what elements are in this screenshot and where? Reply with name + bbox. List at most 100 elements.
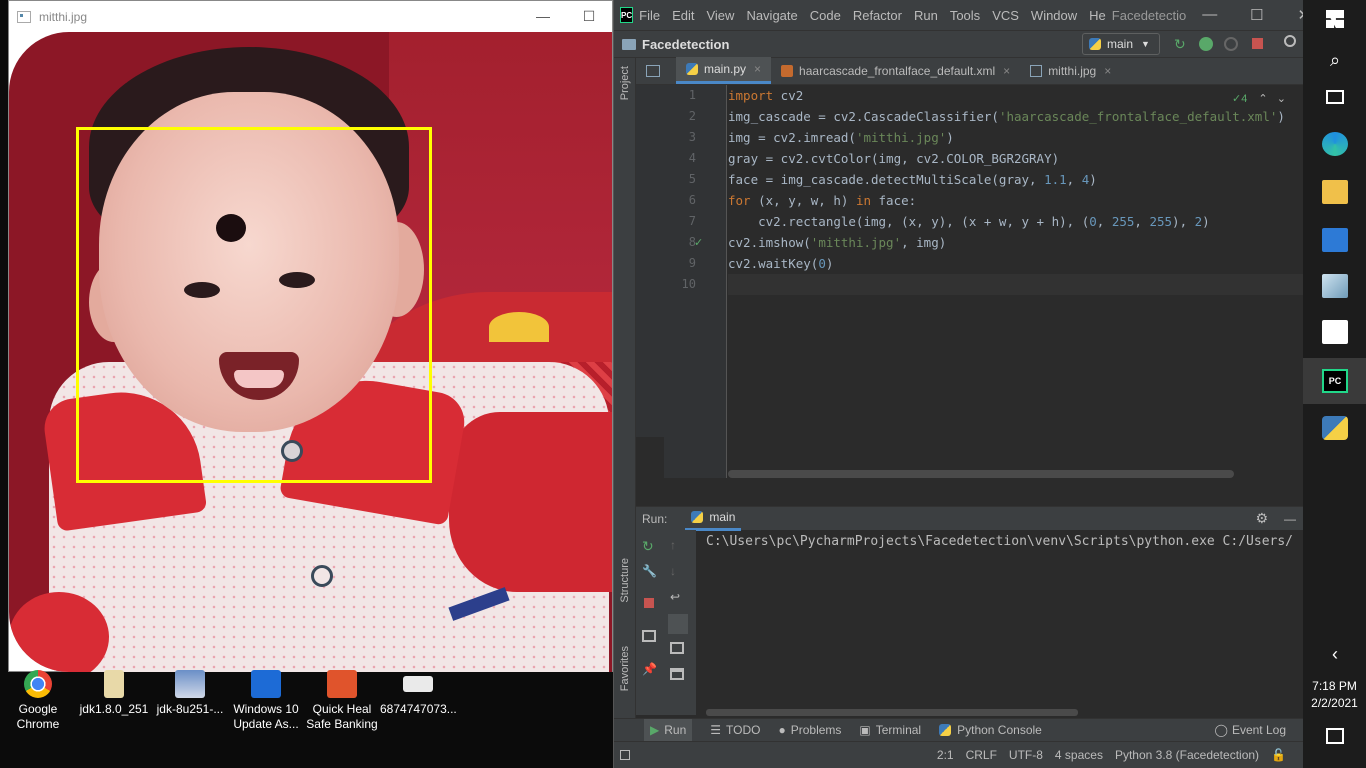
start-icon[interactable] xyxy=(1326,10,1344,28)
minimize-button[interactable]: — xyxy=(520,8,566,25)
pycharm-taskbar-button[interactable]: PC xyxy=(1303,358,1366,404)
code-line[interactable]: gray = cv2.cvtColor(img, cv2.COLOR_BGR2G… xyxy=(728,148,1304,169)
menu-code[interactable]: Code xyxy=(810,8,841,23)
tab-haarcascade-xml[interactable]: haarcascade_frontalface_default.xml × xyxy=(771,57,1020,84)
file-explorer-icon[interactable] xyxy=(1322,180,1348,204)
code-line[interactable]: cv2.rectangle(img, (x, y), (x + w, y + h… xyxy=(728,211,1304,232)
console-output[interactable]: C:\Users\pc\PycharmProjects\Facedetectio… xyxy=(706,530,1304,715)
edge-icon[interactable] xyxy=(1322,132,1348,156)
mail-icon[interactable] xyxy=(1322,228,1348,252)
gear-icon[interactable]: ⚙ xyxy=(1255,510,1268,527)
problems-tool-button[interactable]: ● Problems xyxy=(778,723,841,737)
code-line[interactable]: img_cascade = cv2.CascadeClassifier('haa… xyxy=(728,106,1304,127)
structure-tool-tab[interactable]: Structure xyxy=(619,558,631,603)
run-tool-button[interactable]: ▶ Run xyxy=(644,718,693,742)
horizontal-scrollbar[interactable] xyxy=(728,470,1234,478)
desktop-icon-chrome[interactable]: Google Chrome xyxy=(0,670,76,732)
down-icon[interactable]: ↓ xyxy=(670,564,684,578)
menu-run[interactable]: Run xyxy=(914,8,938,23)
menu-edit[interactable]: Edit xyxy=(672,8,694,23)
rerun-icon[interactable]: ↻ xyxy=(1174,37,1188,51)
rerun-icon[interactable]: ↻ xyxy=(642,538,656,554)
desktop-icon-quick-heal[interactable]: Quick Heal Safe Banking xyxy=(304,670,380,732)
tool-label: Python Console xyxy=(957,723,1042,737)
line-separator[interactable]: CRLF xyxy=(966,748,997,762)
search-icon[interactable] xyxy=(1284,35,1296,47)
menu-vcs[interactable]: VCS xyxy=(992,8,1019,23)
chevron-down-icon[interactable]: ⌄ xyxy=(1277,93,1286,105)
file-encoding[interactable]: UTF-8 xyxy=(1009,748,1043,762)
caret-position[interactable]: 2:1 xyxy=(937,748,954,762)
menu-help[interactable]: He xyxy=(1089,8,1106,23)
pin-icon[interactable]: 📌 xyxy=(642,662,657,676)
layout-toggle-icon[interactable] xyxy=(620,750,630,760)
event-log-button[interactable]: ◯ Event Log xyxy=(1215,723,1286,737)
print-icon[interactable] xyxy=(670,642,684,654)
soft-wrap-icon[interactable]: ↩ xyxy=(670,590,684,604)
desktop-icon-jdk-folder[interactable]: jdk1.8.0_251 xyxy=(76,670,152,717)
project-tool-tab[interactable]: Project xyxy=(619,66,631,100)
code-line[interactable] xyxy=(728,274,1304,295)
interpreter-selector[interactable]: Python 3.8 (Facedetection) xyxy=(1115,748,1259,762)
run-config-selector[interactable]: main ▼ xyxy=(1082,33,1160,55)
store-icon[interactable] xyxy=(1322,320,1348,344)
favorites-tool-tab[interactable]: Favorites xyxy=(619,646,631,691)
project-name[interactable]: Facedetection xyxy=(642,37,729,52)
tab-mitthi-jpg[interactable]: mitthi.jpg × xyxy=(1020,57,1121,84)
clock[interactable]: 7:18 PM 2/2/2021 xyxy=(1303,678,1366,712)
desktop-icon-file[interactable]: 6874747073... xyxy=(380,670,457,717)
menu-window[interactable]: Window xyxy=(1031,8,1077,23)
stop-icon[interactable] xyxy=(1252,38,1263,49)
code-line[interactable]: import cv2 xyxy=(728,85,1304,106)
inspection-widget[interactable]: ✓4 ⌃ ⌄ xyxy=(1232,92,1286,105)
up-icon[interactable]: ↑ xyxy=(670,538,684,552)
chevron-left-icon[interactable]: ‹ xyxy=(1322,644,1348,668)
menu-file[interactable]: File xyxy=(639,8,660,23)
stop-icon[interactable] xyxy=(644,598,654,608)
console-scrollbar[interactable] xyxy=(706,709,1078,716)
menu-refactor[interactable]: Refactor xyxy=(853,8,902,23)
close-icon[interactable]: × xyxy=(1104,64,1111,78)
menu-view[interactable]: View xyxy=(706,8,734,23)
code-line[interactable]: cv2.waitKey(0) xyxy=(728,253,1304,274)
close-icon[interactable]: × xyxy=(1003,64,1010,78)
desktop-icon-jdk-installer[interactable]: jdk-8u251-... xyxy=(152,670,228,717)
python-icon[interactable] xyxy=(1322,416,1348,440)
ide-maximize-button[interactable]: ☐ xyxy=(1233,6,1280,24)
run-tab-main[interactable]: main xyxy=(685,507,742,531)
code-line[interactable]: cv2.imshow('mitthi.jpg', img) xyxy=(728,232,1304,253)
chevron-up-icon[interactable]: ⌃ xyxy=(1258,93,1267,105)
indent-setting[interactable]: 4 spaces xyxy=(1055,748,1103,762)
code-line[interactable]: face = img_cascade.detectMultiScale(gray… xyxy=(728,169,1304,190)
debug-icon[interactable] xyxy=(1199,37,1213,51)
hide-icon[interactable]: — xyxy=(1284,512,1296,526)
layout-icon[interactable] xyxy=(642,630,656,642)
task-view-icon[interactable] xyxy=(1326,90,1344,104)
scroll-to-end-icon[interactable] xyxy=(668,614,688,634)
line-number: 9 xyxy=(688,256,696,270)
coverage-icon[interactable] xyxy=(1224,37,1238,51)
todo-tool-button[interactable]: ☰ TODO xyxy=(710,723,760,737)
desktop-icon-windows-update[interactable]: Windows 10 Update As... xyxy=(228,670,304,732)
code-line[interactable]: img = cv2.imread('mitthi.jpg') xyxy=(728,127,1304,148)
project-view-icon[interactable] xyxy=(636,57,676,84)
search-icon[interactable]: ⌕ xyxy=(1322,50,1348,74)
menu-navigate[interactable]: Navigate xyxy=(746,8,797,23)
lock-icon[interactable]: 🔓 xyxy=(1271,748,1286,762)
close-icon[interactable]: × xyxy=(754,62,761,76)
wrench-icon[interactable]: 🔧 xyxy=(642,564,657,578)
trash-icon[interactable] xyxy=(670,668,684,680)
code-editor[interactable]: import cv2 img_cascade = cv2.CascadeClass… xyxy=(728,85,1304,478)
menu-tools[interactable]: Tools xyxy=(950,8,980,23)
code-line[interactable]: for (x, y, w, h) in face: xyxy=(728,190,1304,211)
ide-minimize-button[interactable]: — xyxy=(1186,6,1233,24)
tab-main-py[interactable]: main.py × xyxy=(676,57,772,84)
tool-label: Problems xyxy=(790,723,842,737)
image-window-titlebar[interactable]: mitthi.jpg — ☐ xyxy=(9,1,612,32)
python-console-tool-button[interactable]: Python Console xyxy=(939,723,1042,737)
photos-icon[interactable] xyxy=(1322,274,1348,298)
maximize-button[interactable]: ☐ xyxy=(566,8,612,25)
line-number: 1 xyxy=(688,88,696,102)
terminal-tool-button[interactable]: ▣ Terminal xyxy=(859,723,921,737)
notification-icon[interactable] xyxy=(1326,728,1344,744)
